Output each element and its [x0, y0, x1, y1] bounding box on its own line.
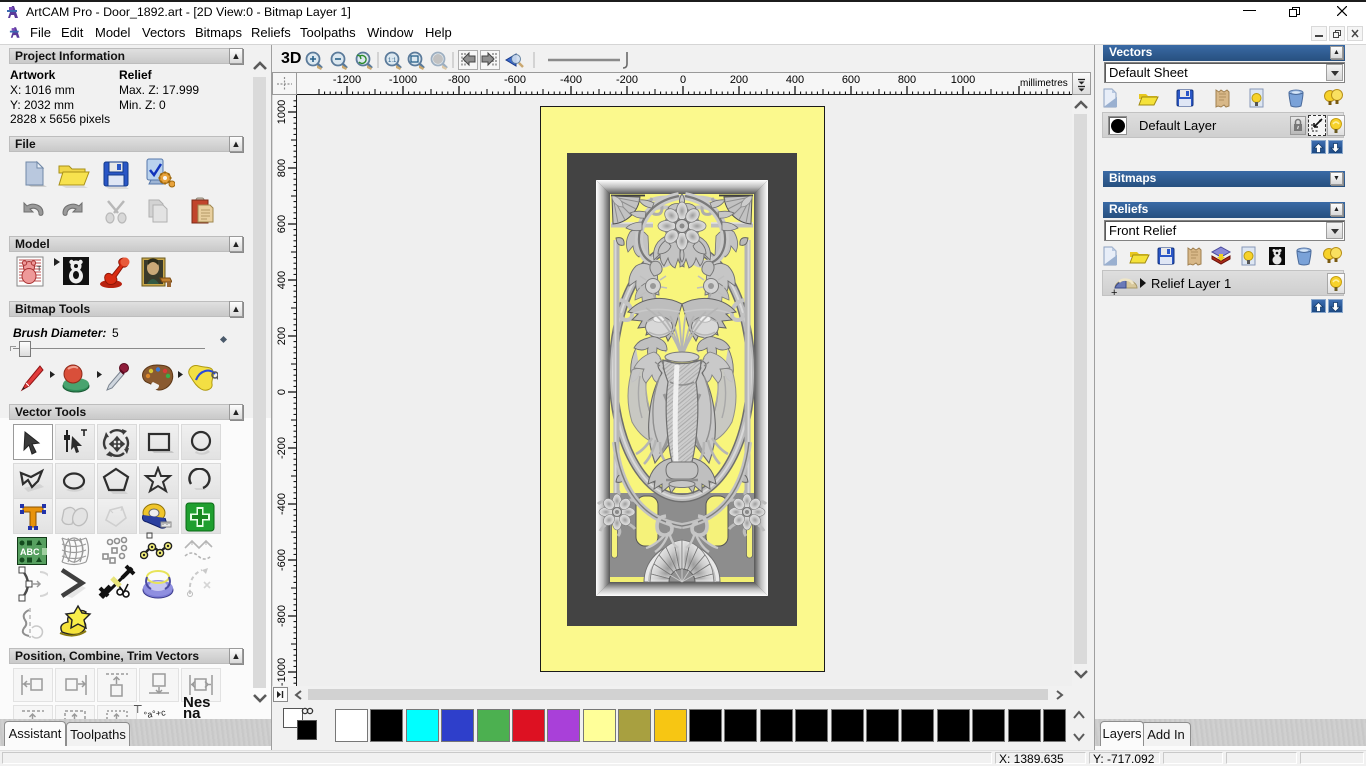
svg-text:-200: -200 [276, 437, 288, 459]
svg-text:+: + [1111, 287, 1117, 298]
svg-text:600: 600 [842, 74, 860, 86]
svg-text:400: 400 [786, 74, 804, 86]
svg-text:-1200: -1200 [333, 74, 361, 86]
svg-text:ABC: ABC [20, 547, 40, 557]
svg-text:-600: -600 [276, 549, 288, 571]
svg-text:1000: 1000 [951, 74, 975, 86]
svg-text:-400: -400 [560, 74, 582, 86]
svg-text:200: 200 [276, 327, 288, 345]
svg-text:-200: -200 [616, 74, 638, 86]
svg-text:800: 800 [276, 159, 288, 177]
svg-text:1000: 1000 [276, 100, 288, 124]
svg-text:-800: -800 [276, 605, 288, 627]
svg-text:-600: -600 [504, 74, 526, 86]
svg-text:-800: -800 [448, 74, 470, 86]
svg-text:0: 0 [276, 389, 288, 395]
svg-text:200: 200 [730, 74, 748, 86]
svg-text:0: 0 [680, 74, 686, 86]
svg-text:-1000: -1000 [276, 658, 288, 686]
svg-text:-400: -400 [276, 493, 288, 515]
svg-text:800: 800 [898, 74, 916, 86]
svg-text:1:1: 1:1 [388, 58, 397, 64]
svg-text:T: T [37, 266, 42, 273]
svg-text:600: 600 [276, 215, 288, 233]
svg-text:400: 400 [276, 271, 288, 289]
svg-text:-1000: -1000 [389, 74, 417, 86]
